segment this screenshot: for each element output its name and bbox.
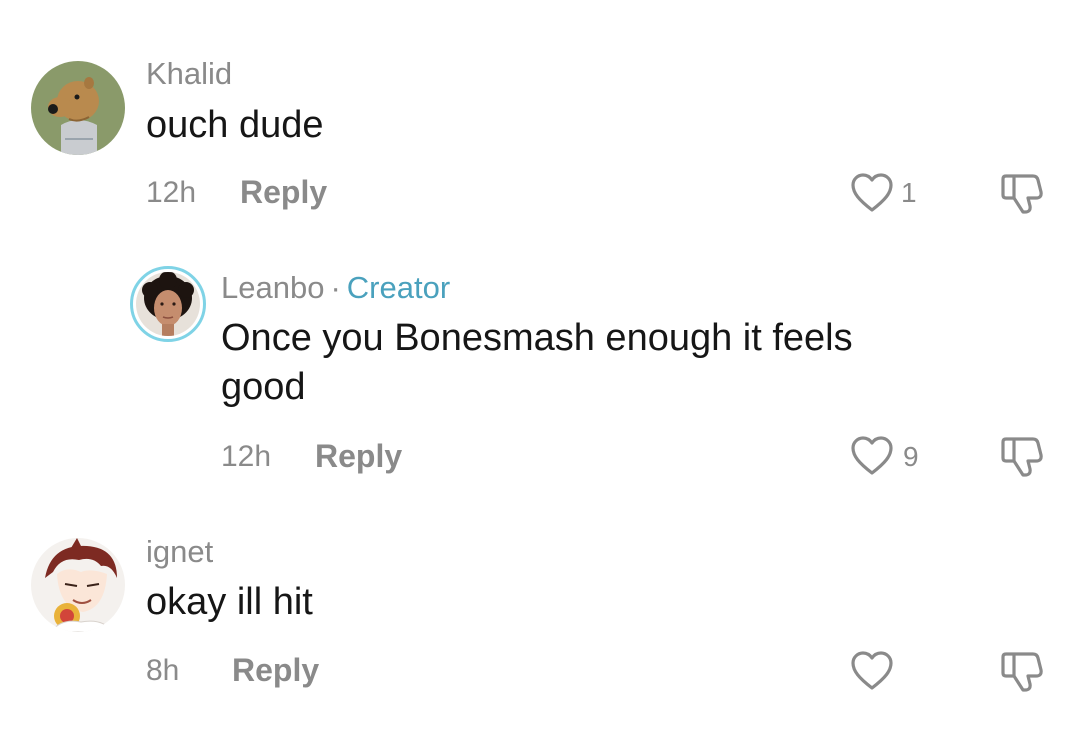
username[interactable]: ignet xyxy=(146,534,213,570)
like-button[interactable] xyxy=(849,648,895,694)
avatar[interactable] xyxy=(31,538,125,632)
comment-ignet: ignet okay ill hit 8h Reply xyxy=(0,0,1080,748)
heart-icon xyxy=(851,651,893,690)
dislike-button[interactable] xyxy=(999,648,1045,694)
comment-text: okay ill hit xyxy=(146,581,313,623)
timestamp: 8h xyxy=(146,654,180,687)
thumbs-down-icon xyxy=(1001,652,1043,692)
reply-button[interactable]: Reply xyxy=(232,652,319,689)
